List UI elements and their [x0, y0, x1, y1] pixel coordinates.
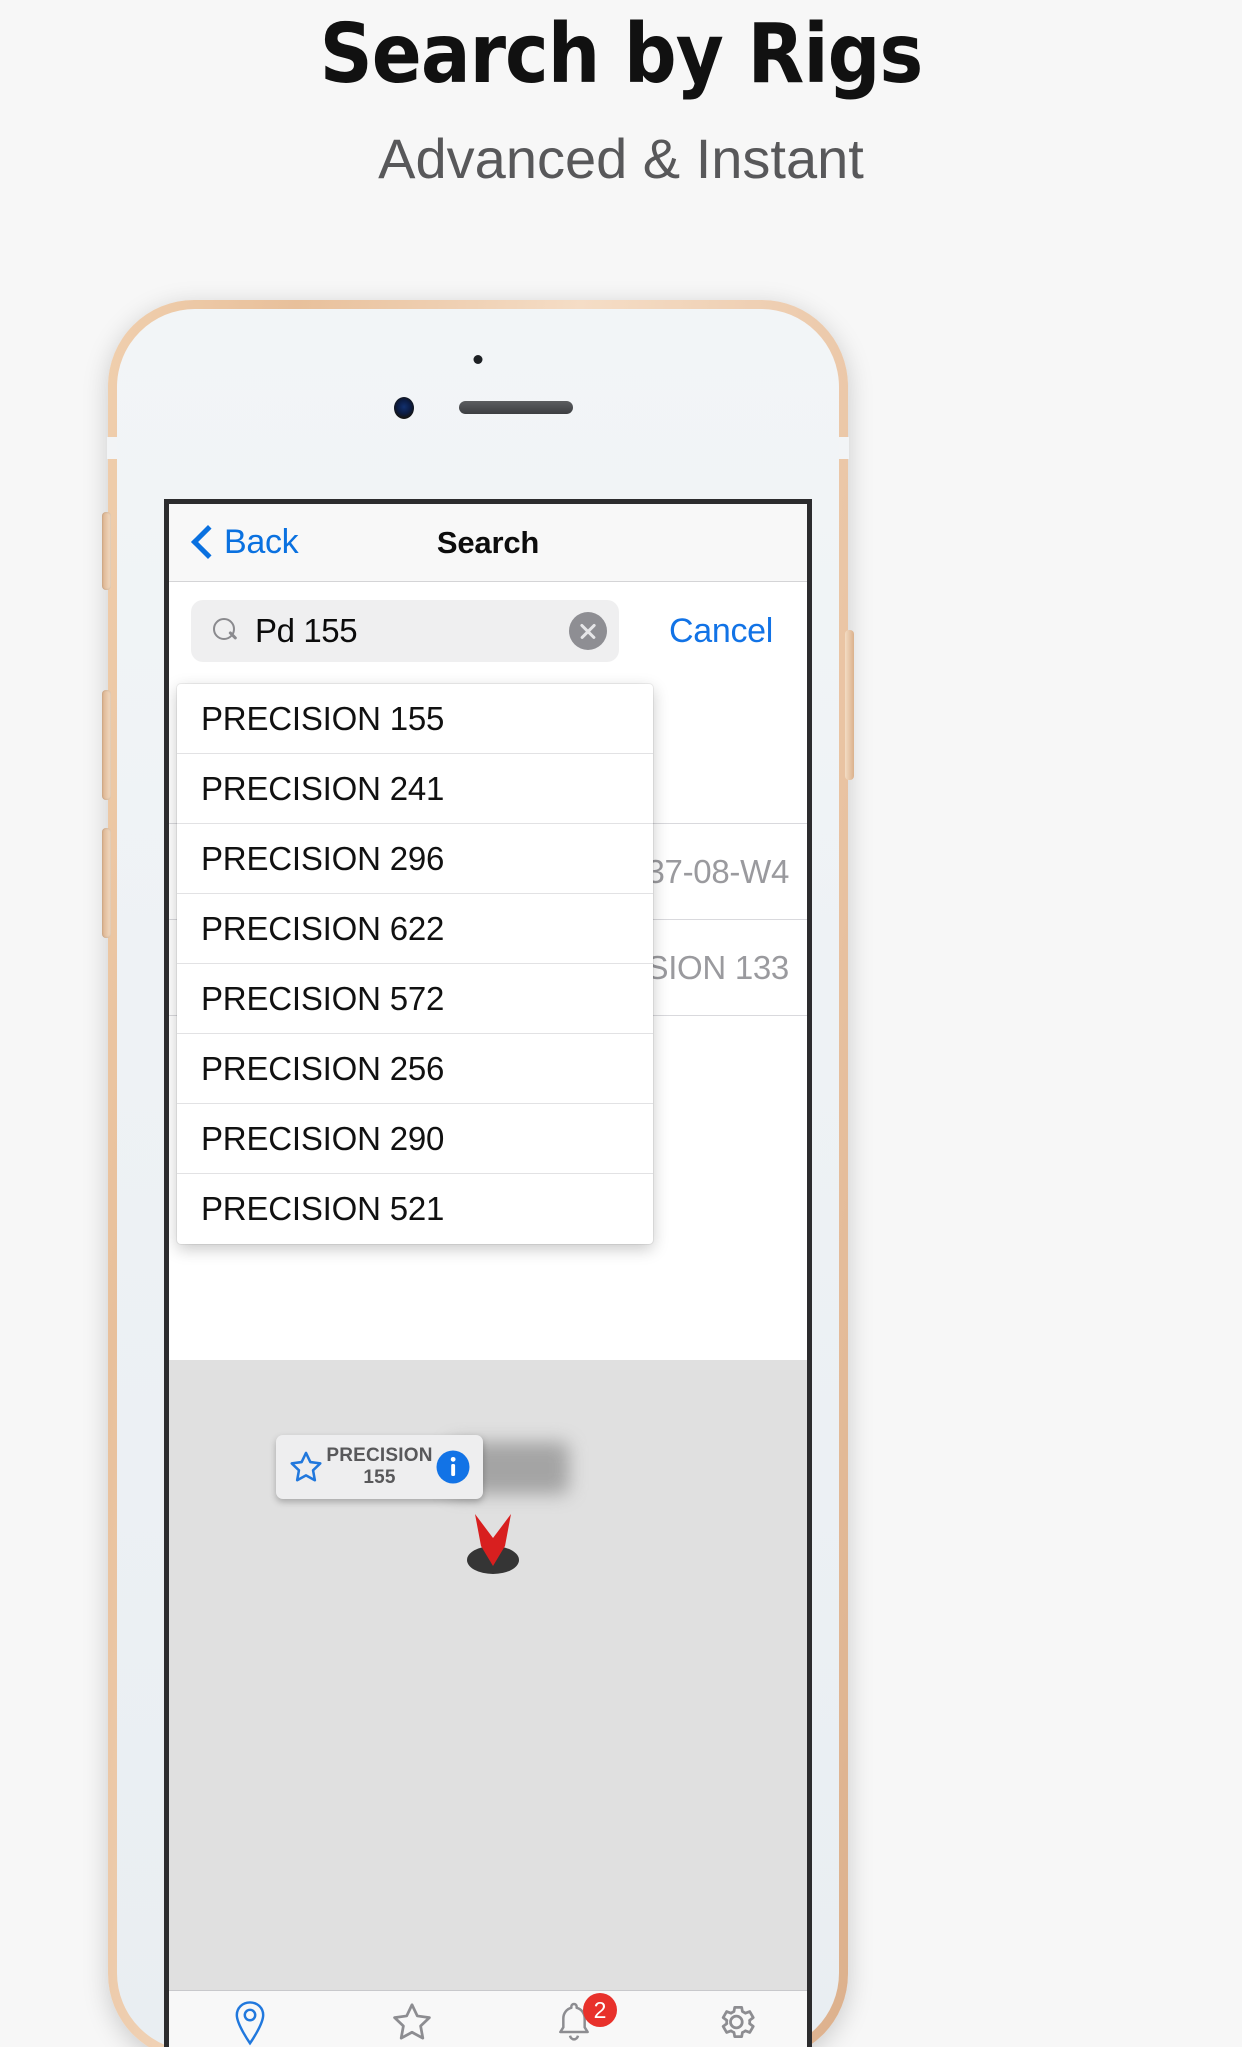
sidebar-item-map[interactable] — [169, 1991, 331, 2046]
search-bar-row: Pd 155 Cancel — [169, 582, 807, 680]
phone-bezel: Back Search Pd 155 Cancel 37-08-W4 ISION… — [117, 309, 839, 2047]
sidebar-item-favorites[interactable] — [331, 1991, 493, 2044]
back-button-label: Back — [224, 523, 299, 561]
search-input[interactable]: Pd 155 — [191, 600, 619, 662]
earpiece-speaker — [459, 401, 573, 414]
list-item[interactable]: PRECISION 296 — [177, 824, 653, 894]
status-badge: 2 — [583, 1993, 617, 2027]
navigation-bar: Back Search — [169, 504, 807, 582]
silent-switch[interactable] — [102, 512, 111, 590]
page-subtitle: Advanced & Instant — [378, 127, 864, 190]
search-icon — [213, 618, 239, 644]
chevron-left-icon — [191, 525, 213, 561]
location-pin-icon — [235, 2001, 265, 2046]
list-item[interactable]: PRECISION 155 — [177, 684, 653, 754]
sidebar-item-alerts[interactable]: 2 — [493, 1991, 655, 2044]
back-button[interactable]: Back — [191, 523, 299, 562]
map-callout-label: PRECISION 155 — [326, 1445, 433, 1488]
volume-down-button[interactable] — [102, 828, 111, 938]
list-item[interactable]: PRECISION 290 — [177, 1104, 653, 1174]
clear-search-button[interactable] — [569, 612, 607, 650]
front-camera-icon — [394, 397, 414, 419]
phone-device-frame: Back Search Pd 155 Cancel 37-08-W4 ISION… — [102, 300, 854, 2047]
power-button[interactable] — [845, 630, 854, 780]
map-pin-icon[interactable] — [469, 1512, 517, 1568]
gear-icon — [721, 2005, 755, 2039]
list-item[interactable]: PRECISION 256 — [177, 1034, 653, 1104]
list-item[interactable]: PRECISION 572 — [177, 964, 653, 1034]
list-item[interactable]: PRECISION 521 — [177, 1174, 653, 1244]
star-outline-icon[interactable] — [288, 1449, 324, 1485]
proximity-sensor-icon — [473, 355, 483, 364]
cancel-button[interactable]: Cancel — [669, 612, 773, 651]
sidebar-item-settings[interactable] — [655, 1991, 807, 2044]
map-callout[interactable]: PRECISION 155 — [276, 1435, 483, 1499]
screenshot-root: Search by Rigs Advanced & Instant Back S… — [0, 0, 1242, 2047]
list-item[interactable]: PRECISION 622 — [177, 894, 653, 964]
phone-screen: Back Search Pd 155 Cancel 37-08-W4 ISION… — [164, 499, 812, 2047]
list-item[interactable]: PRECISION 241 — [177, 754, 653, 824]
bottom-tab-bar: 2 — [169, 1990, 807, 2047]
map-view[interactable]: PRECISION 155 — [169, 1360, 807, 2000]
star-icon — [393, 2003, 431, 2040]
autocomplete-dropdown: PRECISION 155 PRECISION 241 PRECISION 29… — [177, 684, 653, 1244]
page-title: Search by Rigs — [319, 7, 924, 102]
info-circle-icon[interactable] — [435, 1449, 471, 1485]
search-input-value: Pd 155 — [255, 612, 358, 649]
volume-up-button[interactable] — [102, 690, 111, 800]
